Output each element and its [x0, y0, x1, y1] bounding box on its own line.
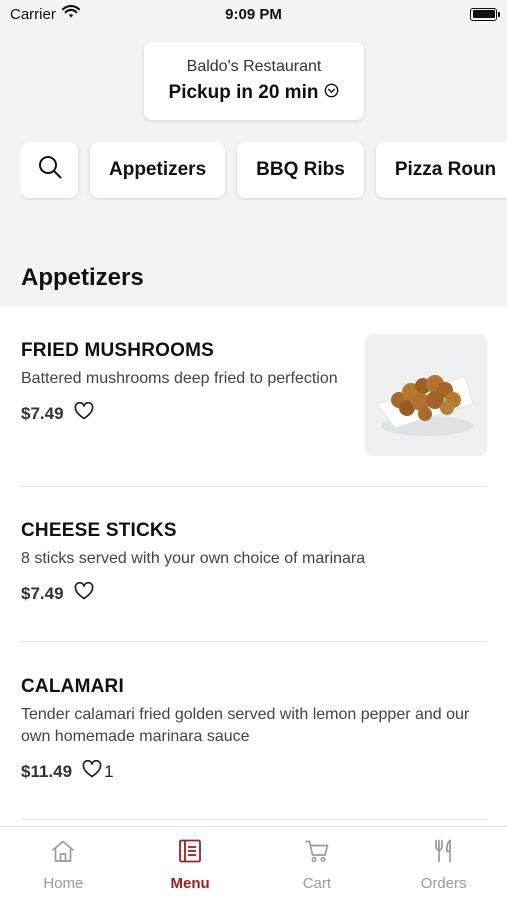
carrier-label: Carrier: [10, 5, 56, 23]
item-description: Tender calamari fried golden served with…: [21, 706, 470, 745]
section-title: Appetizers: [21, 264, 144, 291]
pickup-time: Pickup in 20 min: [168, 82, 319, 103]
menu-item-fried-mushrooms[interactable]: FRIED MUSHROOMS Battered mushrooms deep …: [21, 340, 341, 425]
status-left: Carrier: [10, 5, 80, 23]
tab-bar: Home Menu Cart Orders: [0, 826, 507, 900]
category-chips: Appetizers BBQ Ribs Pizza Roun: [21, 142, 507, 200]
tab-label: Home: [43, 875, 84, 892]
item-price: $7.49: [21, 403, 64, 423]
category-chip-pizza[interactable]: Pizza Roun: [375, 142, 507, 198]
battery-icon: [470, 7, 500, 21]
tab-label: Cart: [302, 875, 332, 892]
heart-icon: [82, 759, 102, 783]
menu-item-cheese-sticks[interactable]: CHEESE STICKS 8 sticks served with your …: [21, 520, 487, 605]
item-meta: $11.49 1: [21, 759, 487, 783]
tab-menu[interactable]: Menu: [127, 827, 254, 900]
pickup-selector[interactable]: Baldo's Restaurant Pickup in 20 min: [144, 42, 364, 120]
favorite-button[interactable]: [74, 401, 96, 425]
favorite-button[interactable]: [74, 581, 96, 605]
item-name: CHEESE STICKS: [21, 520, 177, 541]
like-count: 1: [104, 761, 114, 781]
search-icon: [37, 154, 63, 186]
heart-icon: [74, 401, 94, 425]
item-description: Battered mushrooms deep fried to perfect…: [21, 370, 338, 387]
wifi-icon: [61, 5, 80, 23]
search-button[interactable]: [21, 142, 78, 198]
item-price: $7.49: [21, 583, 64, 603]
pickup-row: Pickup in 20 min: [169, 82, 340, 104]
tab-orders[interactable]: Orders: [380, 827, 507, 900]
fried-mushrooms-image: [365, 334, 487, 456]
category-chip-appetizers[interactable]: Appetizers: [90, 142, 226, 198]
status-bar: Carrier 9:09 PM: [0, 0, 507, 28]
menu-icon: [177, 839, 203, 867]
utensils-icon: [431, 839, 457, 867]
cart-icon: [304, 839, 330, 867]
tab-label: Orders: [420, 875, 467, 892]
item-meta: $7.49: [21, 401, 341, 425]
item-name: FRIED MUSHROOMS: [21, 340, 214, 361]
item-name: CALAMARI: [21, 676, 124, 697]
item-description: 8 sticks served with your own choice of …: [21, 550, 366, 567]
item-price: $11.49: [21, 761, 73, 781]
divider: [21, 819, 487, 820]
restaurant-name: Baldo's Restaurant: [186, 58, 322, 75]
chevron-down-circle-icon: [324, 83, 339, 103]
home-icon: [50, 839, 76, 867]
menu-item-calamari[interactable]: CALAMARI Tender calamari fried golden se…: [21, 676, 487, 783]
menu-list: FRIED MUSHROOMS Battered mushrooms deep …: [0, 306, 507, 826]
tab-cart[interactable]: Cart: [254, 827, 381, 900]
divider: [21, 641, 487, 642]
tab-home[interactable]: Home: [0, 827, 127, 900]
tab-label: Menu: [170, 875, 210, 892]
favorite-button[interactable]: 1: [82, 759, 114, 783]
item-meta: $7.49: [21, 581, 487, 605]
heart-icon: [74, 581, 94, 605]
category-chip-bbq-ribs[interactable]: BBQ Ribs: [237, 142, 364, 198]
divider: [21, 486, 487, 487]
